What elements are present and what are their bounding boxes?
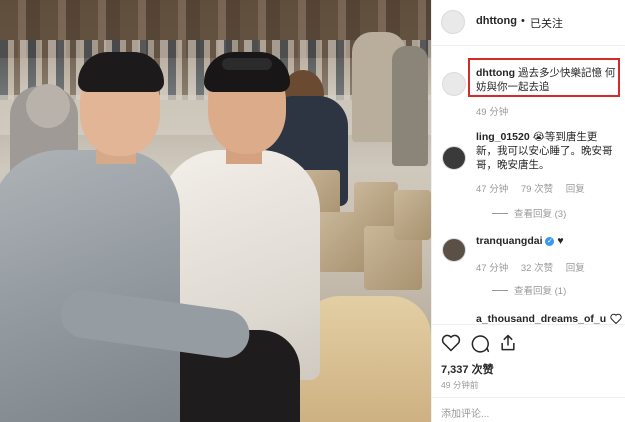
post-actions: 7,337 次赞 49 分钟前 添加评论... <box>432 324 625 422</box>
heart-outline-icon[interactable] <box>441 333 461 353</box>
background-seated-man-head <box>26 84 70 128</box>
highlight-box <box>468 58 620 97</box>
add-comment-field[interactable]: 添加评论... <box>432 397 625 422</box>
avatar[interactable] <box>442 72 466 96</box>
comment-text: ♥ <box>557 235 564 247</box>
comment-icon[interactable] <box>470 333 490 353</box>
post-photo[interactable] <box>0 0 431 422</box>
comment-time: 49 分钟 <box>476 107 509 118</box>
comment-item: tranquangdai ✓ ♥ <box>476 234 616 248</box>
comment-meta: 47 分钟 79 次赞 回复 <box>476 181 595 195</box>
comment-username[interactable]: ling_01520 <box>476 131 530 143</box>
comment-item: ling_01520 😭等到唐生更新，我可以安心睡了。晚安哥哥，晚安唐生。 <box>476 130 616 172</box>
header-separator: • <box>521 15 525 27</box>
comment-likes[interactable]: 79 次赞 <box>521 184 553 195</box>
person-left-shirt <box>0 150 180 422</box>
comment-meta: 47 分钟 32 次赞 回复 <box>476 260 595 274</box>
avatar[interactable] <box>442 146 466 170</box>
sunglasses-on-head <box>222 58 272 70</box>
comment-time: 47 分钟 <box>476 184 509 195</box>
post-timestamp: 49 分钟前 <box>441 380 479 390</box>
view-replies-link[interactable]: 查看回复 (1) <box>492 283 566 297</box>
post-header: dhttong • 已关注 <box>432 0 625 46</box>
header-username[interactable]: dhttong <box>476 15 517 27</box>
reply-button[interactable]: 回复 <box>566 263 585 274</box>
comment-time: 47 分钟 <box>476 263 509 274</box>
add-comment-placeholder: 添加评论... <box>441 409 490 420</box>
reply-button[interactable]: 回复 <box>566 184 585 195</box>
comment-heart-outline-icon[interactable] <box>610 313 622 324</box>
avatar[interactable] <box>441 10 465 34</box>
avatar[interactable] <box>442 238 466 262</box>
share-icon[interactable] <box>498 333 518 353</box>
person-left-hair <box>78 52 164 92</box>
post-sidebar: dhttong • 已关注 dhttong 過去多少快樂記憶 何妨與你一起去追 … <box>431 0 625 422</box>
cafe-chair <box>394 190 431 240</box>
comment-meta: 49 分钟 <box>476 104 518 118</box>
comment-username[interactable]: tranquangdai <box>476 235 543 247</box>
background-man-standing-2 <box>392 46 428 166</box>
verified-badge-icon: ✓ <box>545 237 555 246</box>
likes-count[interactable]: 7,337 次赞 <box>441 361 494 377</box>
cafe-chair <box>318 212 370 272</box>
view-replies-link[interactable]: 查看回复 (3) <box>492 206 566 220</box>
comment-likes[interactable]: 32 次赞 <box>521 263 553 274</box>
follow-status-button[interactable]: 已关注 <box>530 15 563 31</box>
